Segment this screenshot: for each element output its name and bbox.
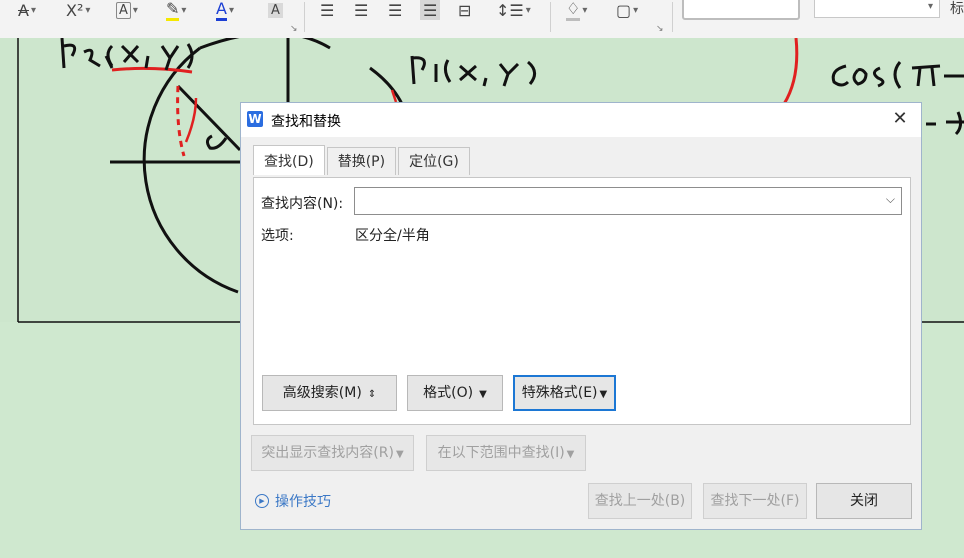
close-label: 关闭 xyxy=(850,493,878,509)
tips-label: 操作技巧 xyxy=(275,494,331,510)
find-replace-dialog: W 查找和替换 ✕ 查找(D) 替换(P) 定位(G) 查找内容(N): ⌵ 选… xyxy=(240,102,922,530)
text-effect-icon: A xyxy=(116,1,131,19)
expand-icon: ⇕ xyxy=(367,389,377,400)
paint-bucket-icon: ♢ xyxy=(566,0,581,21)
caret-down-icon: ▼ xyxy=(566,449,575,460)
char-shading-icon: A xyxy=(268,2,283,18)
options-label: 选项: xyxy=(261,228,294,244)
close-icon[interactable]: ✕ xyxy=(889,108,911,130)
special-format-label: 特殊格式(E) xyxy=(521,385,598,401)
distributed-align-icon: ⊟ xyxy=(458,0,472,20)
tab-replace[interactable]: 替换(P) xyxy=(326,147,397,175)
advanced-search-label: 高级搜索(M) xyxy=(282,385,362,401)
align-right-icon: ☰ xyxy=(388,0,403,20)
highlight-results-label: 突出显示查找内容(R) xyxy=(261,445,394,461)
align-left-button[interactable]: ☰ xyxy=(320,0,334,20)
find-previous-button[interactable]: 查找上一处(B) xyxy=(588,483,692,519)
tips-link[interactable]: ▶ 操作技巧 xyxy=(255,491,331,511)
find-next-button[interactable]: 查找下一处(F) xyxy=(703,483,807,519)
find-in-range-label: 在以下范围中查找(I) xyxy=(437,445,565,461)
align-right-button[interactable]: ☰ xyxy=(388,0,402,20)
chevron-down-icon: ▾ xyxy=(927,1,933,12)
toolbar-divider xyxy=(550,2,551,32)
paragraph-dialog-launcher-icon[interactable]: ↘ xyxy=(656,24,664,34)
chevron-down-icon[interactable]: ⌵ xyxy=(886,192,895,207)
format-label: 格式(O) xyxy=(423,385,474,401)
highlight-button[interactable]: ✎ ▾ xyxy=(166,0,186,21)
superscript-button[interactable]: X² ▾ xyxy=(66,0,90,20)
justify-icon: ☰ xyxy=(423,0,438,20)
line-spacing-icon: ↕☰ xyxy=(496,0,524,20)
caret-down-icon: ▼ xyxy=(479,389,487,400)
font-color-button[interactable]: A ▾ xyxy=(216,0,234,21)
strikethrough-icon: A xyxy=(18,0,29,20)
special-format-button[interactable]: 特殊格式(E) ▼ xyxy=(513,375,616,411)
advanced-search-button[interactable]: 高级搜索(M) ⇕ xyxy=(262,375,397,411)
ribbon-toolbar: A ▾ X² ▾ A ▾ ✎ ▾ A ▾ A ↘ ☰ ☰ ☰ ☰ ⊟ ↕☰ ▾ ♢ ▾ ▢ ▾ … xyxy=(0,0,964,39)
dialog-title: 查找和替换 xyxy=(271,114,341,130)
caret-down-icon: ▼ xyxy=(395,449,404,460)
find-in-range-button[interactable]: 在以下范围中查找(I) ▼ xyxy=(426,435,586,471)
dialog-tabs: 查找(D) 替换(P) 定位(G) xyxy=(253,145,472,177)
toolbar-edge-text: 标 xyxy=(950,1,964,17)
highlighter-icon: ✎ xyxy=(166,0,180,21)
tab-goto[interactable]: 定位(G) xyxy=(398,147,470,175)
shading-button[interactable]: ♢ ▾ xyxy=(566,0,587,21)
char-shading-button[interactable]: A xyxy=(268,0,283,20)
close-button[interactable]: 关闭 xyxy=(816,483,912,519)
highlight-results-button[interactable]: 突出显示查找内容(R) ▼ xyxy=(251,435,414,471)
line-spacing-button[interactable]: ↕☰ ▾ xyxy=(496,0,531,20)
text-effect-button[interactable]: A ▾ xyxy=(116,0,138,20)
font-color-icon: A xyxy=(216,0,227,21)
find-content-label: 查找内容(N): xyxy=(261,196,344,212)
justify-button[interactable]: ☰ xyxy=(420,0,441,20)
find-previous-label: 查找上一处(B) xyxy=(594,493,686,509)
align-center-icon: ☰ xyxy=(354,0,369,20)
wps-logo-icon: W xyxy=(247,111,263,127)
caret-down-icon: ▼ xyxy=(599,389,608,400)
find-next-label: 查找下一处(F) xyxy=(710,493,800,509)
find-content-input[interactable]: ⌵ xyxy=(354,187,902,215)
play-circle-icon: ▶ xyxy=(255,494,269,508)
align-left-icon: ☰ xyxy=(320,0,335,20)
border-button[interactable]: ▢ ▾ xyxy=(616,0,638,20)
align-center-button[interactable]: ☰ xyxy=(354,0,368,20)
border-icon: ▢ xyxy=(616,0,632,20)
superscript-icon: X² xyxy=(66,0,84,20)
toolbar-divider xyxy=(672,2,673,32)
find-panel: 查找内容(N): ⌵ 选项: 区分全/半角 高级搜索(M) ⇕ 格式(O) ▼ 特殊… xyxy=(253,177,911,425)
distributed-align-button[interactable]: ⊟ xyxy=(458,0,471,20)
style-preview[interactable] xyxy=(682,0,800,20)
strikethrough-button[interactable]: A ▾ xyxy=(18,0,36,20)
style-dropdown[interactable]: ▾ xyxy=(814,0,940,18)
format-button[interactable]: 格式(O) ▼ xyxy=(407,375,503,411)
font-dialog-launcher-icon[interactable]: ↘ xyxy=(290,24,298,34)
toolbar-divider xyxy=(304,2,305,32)
tab-find[interactable]: 查找(D) xyxy=(253,145,325,175)
dialog-titlebar[interactable]: W 查找和替换 ✕ xyxy=(241,103,921,137)
options-value: 区分全/半角 xyxy=(355,228,430,244)
